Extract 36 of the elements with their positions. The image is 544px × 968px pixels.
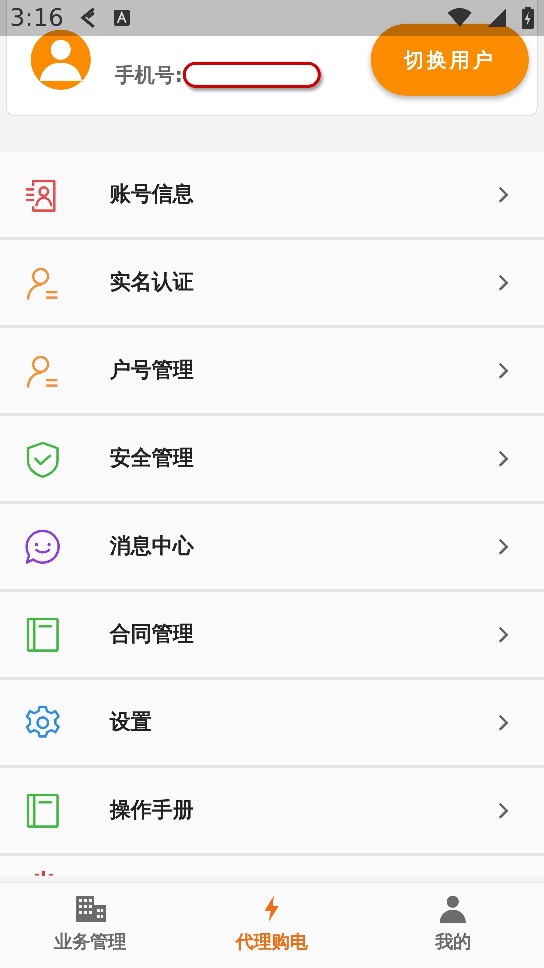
menu-item[interactable]: 设置 — [0, 680, 544, 768]
chevron-right-icon — [498, 538, 510, 556]
menu-item[interactable]: 操作手册 — [0, 768, 544, 856]
chevron-right-icon — [498, 450, 510, 468]
chevron-right-icon — [498, 714, 510, 732]
menu-label: 设置 — [110, 708, 153, 736]
wifi-icon — [448, 8, 472, 28]
chevron-right-icon — [498, 626, 510, 644]
avatar-icon — [31, 30, 91, 90]
nav-tab[interactable]: 我的 — [362, 883, 544, 968]
phone-label: 手机号: — [115, 62, 183, 89]
person-icon — [438, 895, 468, 923]
menu-label: 实名认证 — [110, 268, 195, 296]
menu-label: 消息中心 — [110, 532, 196, 560]
menu-item[interactable]: 消息中心 — [0, 504, 544, 592]
chevron-right-icon — [498, 274, 510, 292]
building-icon — [74, 895, 107, 923]
menu-item[interactable]: 合同管理 — [0, 592, 544, 680]
menu-item[interactable]: 账号信息 — [0, 152, 544, 240]
menu-label: 户号管理 — [110, 356, 195, 384]
chevron-right-icon — [498, 186, 510, 204]
menu-item[interactable]: 实名认证 — [0, 240, 544, 328]
chevron-right-icon — [498, 802, 510, 820]
menu-label: 操作手册 — [110, 796, 195, 824]
app-icon — [80, 8, 98, 28]
font-icon — [114, 10, 130, 26]
status-time: 3:16 — [10, 3, 64, 34]
signal-icon — [488, 9, 506, 27]
menu-item[interactable]: 安全管理 — [0, 416, 544, 504]
chevron-right-icon — [498, 362, 510, 380]
menu-label: 合同管理 — [110, 620, 195, 648]
nav-tab[interactable]: 业务管理 — [0, 883, 182, 968]
menu-label: 安全管理 — [110, 444, 195, 472]
battery-icon — [522, 7, 534, 29]
menu-label: 账号信息 — [110, 180, 195, 208]
menu-item[interactable]: 户号管理 — [0, 328, 544, 416]
